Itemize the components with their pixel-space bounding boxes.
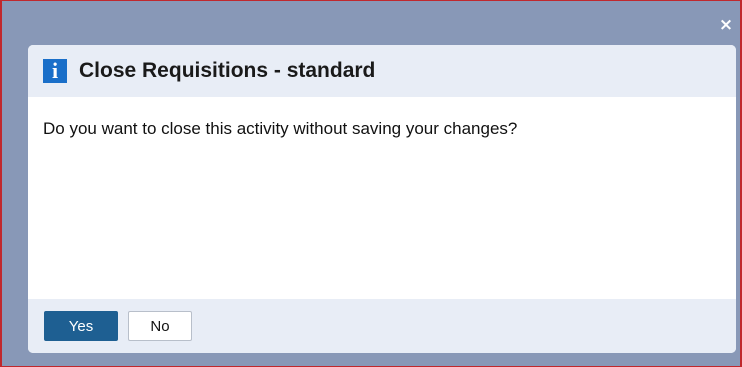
dialog-title: Close Requisitions - standard: [79, 59, 376, 82]
close-icon[interactable]: ×: [718, 17, 734, 34]
confirm-dialog: i Close Requisitions - standard Do you w…: [28, 45, 736, 353]
info-icon: i: [43, 59, 67, 83]
dialog-footer: Yes No: [28, 299, 736, 353]
yes-button[interactable]: Yes: [44, 311, 118, 341]
no-button[interactable]: No: [128, 311, 192, 341]
modal-backdrop: × i Close Requisitions - standard Do you…: [0, 0, 742, 367]
dialog-message: Do you want to close this activity witho…: [43, 119, 518, 138]
dialog-header: i Close Requisitions - standard: [28, 45, 736, 97]
